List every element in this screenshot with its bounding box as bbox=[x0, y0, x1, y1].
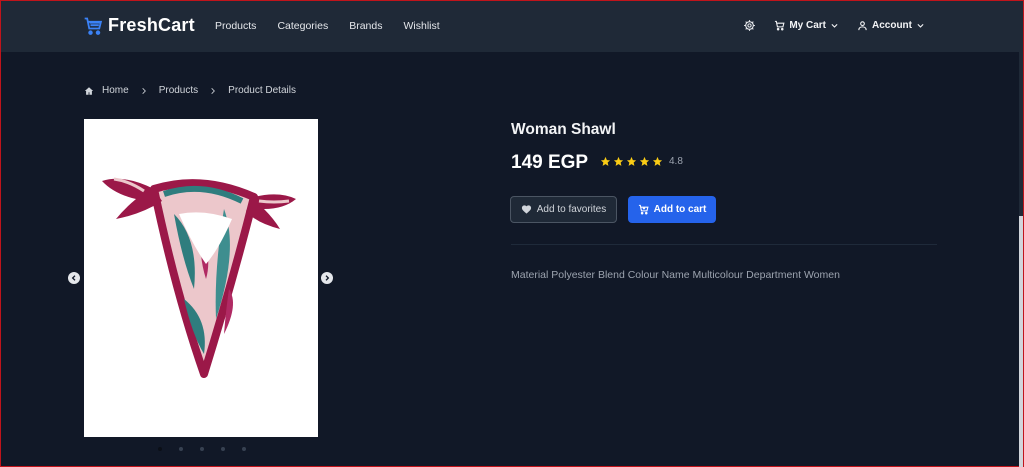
chevron-left-icon bbox=[71, 275, 76, 281]
star-icon bbox=[613, 156, 624, 166]
divider bbox=[511, 244, 937, 245]
navbar: FreshCart Products Categories Brands Wis… bbox=[1, 1, 1023, 52]
brand-logo[interactable]: FreshCart bbox=[83, 15, 195, 36]
product-description: Material Polyester Blend Colour Name Mul… bbox=[511, 269, 840, 281]
gear-icon[interactable] bbox=[743, 19, 756, 32]
breadcrumb-products[interactable]: Products bbox=[159, 85, 198, 96]
add-to-favorites-label: Add to favorites bbox=[536, 204, 607, 215]
breadcrumb-product-details: Product Details bbox=[228, 85, 296, 96]
gallery-dots bbox=[158, 447, 246, 451]
star-icon bbox=[600, 156, 611, 166]
product-image bbox=[84, 119, 318, 437]
product-price: 149 EGP bbox=[511, 152, 589, 173]
rating-value: 4.8 bbox=[669, 156, 683, 167]
scrollbar-thumb[interactable] bbox=[1019, 1, 1023, 216]
account-dropdown[interactable]: Account bbox=[857, 20, 925, 31]
gallery-dot[interactable] bbox=[200, 447, 204, 451]
gallery-dot[interactable] bbox=[179, 447, 183, 451]
breadcrumb: Home Products Product Details bbox=[84, 85, 296, 96]
add-to-favorites-button[interactable]: Add to favorites bbox=[510, 196, 617, 223]
nav-link-categories[interactable]: Categories bbox=[277, 20, 328, 32]
shawl-illustration bbox=[102, 177, 296, 378]
heart-icon bbox=[521, 205, 531, 214]
scrollbar-track[interactable] bbox=[1019, 1, 1023, 467]
nav-link-wishlist[interactable]: Wishlist bbox=[404, 20, 440, 32]
chevron-right-icon bbox=[325, 275, 330, 281]
chevron-right-icon bbox=[211, 87, 216, 94]
gallery-dot[interactable] bbox=[221, 447, 225, 451]
nav-actions: My Cart Account bbox=[743, 19, 925, 32]
chevron-down-icon bbox=[831, 23, 838, 28]
account-label: Account bbox=[872, 20, 912, 31]
gallery-next-button[interactable] bbox=[321, 272, 333, 284]
cart-icon bbox=[84, 17, 103, 35]
star-icon bbox=[626, 156, 637, 166]
user-icon bbox=[858, 21, 867, 31]
my-cart-dropdown[interactable]: My Cart bbox=[774, 20, 839, 31]
shopping-cart-icon bbox=[775, 20, 785, 31]
star-icon bbox=[652, 156, 663, 166]
cart-plus-icon bbox=[638, 204, 649, 215]
nav-link-brands[interactable]: Brands bbox=[349, 20, 382, 32]
breadcrumb-home[interactable]: Home bbox=[102, 85, 129, 96]
product-title: Woman Shawl bbox=[511, 121, 616, 138]
brand-name: FreshCart bbox=[108, 15, 195, 35]
gallery-prev-button[interactable] bbox=[68, 272, 80, 284]
gallery-dot[interactable] bbox=[242, 447, 246, 451]
home-icon bbox=[84, 86, 94, 95]
star-icon bbox=[639, 156, 650, 166]
add-to-cart-button[interactable]: Add to cart bbox=[628, 196, 716, 223]
nav-link-products[interactable]: Products bbox=[215, 20, 256, 32]
add-to-cart-label: Add to cart bbox=[653, 204, 707, 215]
chevron-down-icon bbox=[917, 23, 924, 28]
product-rating: 4.8 bbox=[600, 156, 683, 167]
my-cart-label: My Cart bbox=[789, 20, 826, 31]
nav-links: Products Categories Brands Wishlist bbox=[215, 20, 440, 32]
chevron-right-icon bbox=[142, 87, 146, 94]
gallery-dot[interactable] bbox=[158, 447, 162, 451]
